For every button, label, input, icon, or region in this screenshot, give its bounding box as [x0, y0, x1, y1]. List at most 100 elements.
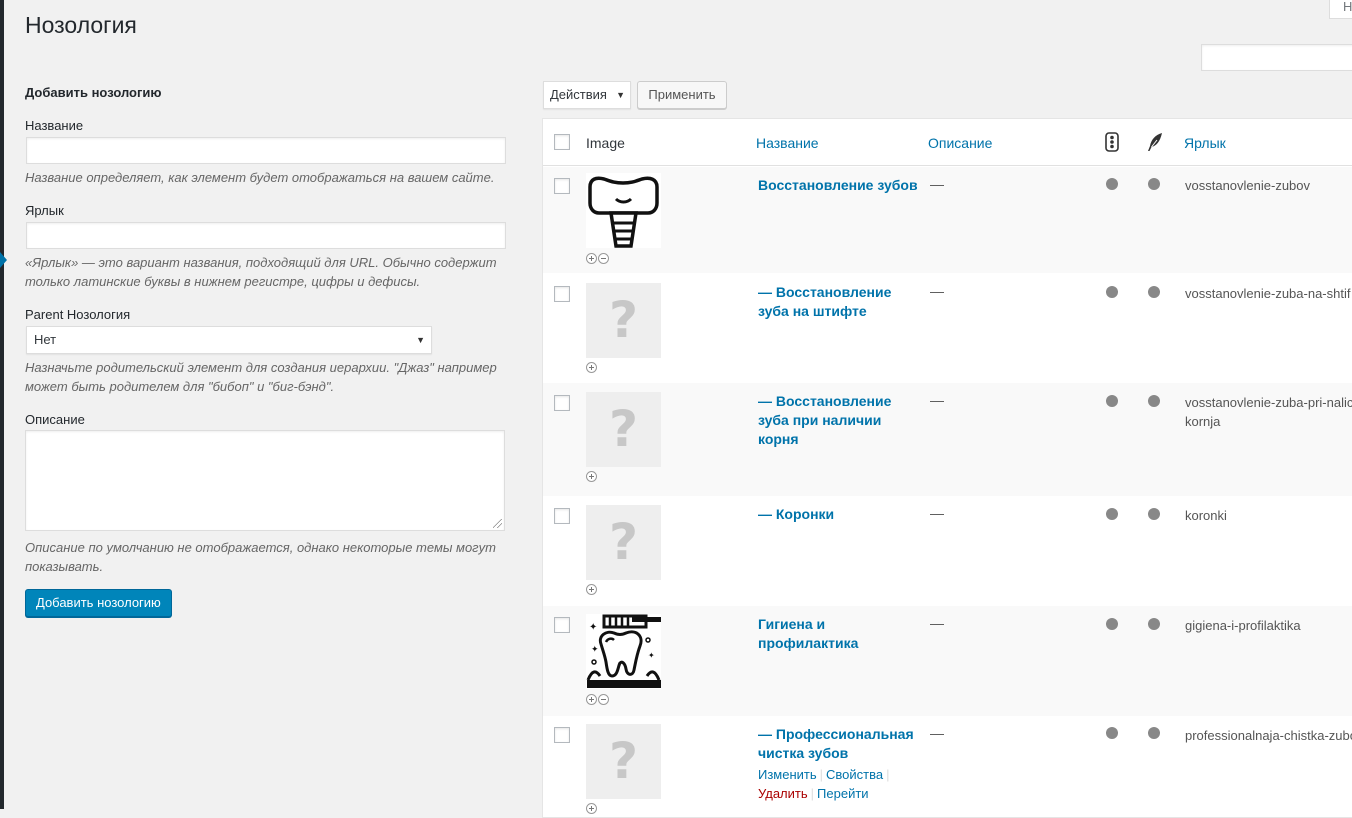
status-dot: [1148, 178, 1160, 190]
resize-grip-icon[interactable]: [493, 519, 502, 528]
page-title: Нозология: [25, 12, 137, 38]
table-row: ✦ ✦ ✦ Гигиена и профилактика — gigiena-i…: [543, 606, 1352, 716]
parent-select-value: Нет: [34, 332, 57, 347]
placeholder-image: ?: [586, 392, 661, 467]
term-description: —: [930, 283, 944, 299]
status-dot: [1148, 618, 1160, 630]
view-link[interactable]: Перейти: [817, 786, 869, 801]
term-slug: professionalnaja-chistka-zubo: [1185, 728, 1352, 743]
add-image-icon[interactable]: [586, 253, 597, 264]
column-name[interactable]: Название: [756, 135, 819, 151]
placeholder-image: ?: [586, 505, 661, 580]
parent-label: Parent Нозология: [25, 307, 131, 322]
svg-text:✦: ✦: [589, 622, 597, 633]
term-name-link[interactable]: — Восстановление зуба на штифте: [758, 283, 918, 321]
name-label: Название: [25, 118, 84, 133]
term-description: —: [930, 392, 944, 408]
table-row: ? — Профессиональная чистка зубов Измени…: [543, 716, 1352, 817]
term-slug: gigiena-i-profilaktika: [1185, 618, 1301, 633]
row-actions: Изменить | Свойства | Удалить | Перейти: [758, 765, 893, 803]
feather-icon[interactable]: [1146, 132, 1164, 155]
status-dot: [1106, 286, 1118, 298]
tooth-implant-icon: [586, 173, 661, 248]
status-dot: [1106, 395, 1118, 407]
add-term-button[interactable]: Добавить нозологию: [25, 589, 172, 617]
question-mark-icon: ?: [608, 400, 638, 458]
description-help: Описание по умолчанию не отображается, о…: [25, 540, 496, 574]
separator: |: [886, 767, 890, 782]
status-dot: [1148, 727, 1160, 739]
remove-image-icon[interactable]: [598, 253, 609, 264]
row-checkbox[interactable]: [554, 178, 570, 194]
table-row: ? — Восстановление зуба при наличии корн…: [543, 383, 1352, 496]
table-row: ? — Коронки — koronki: [543, 496, 1352, 606]
term-name-link[interactable]: Восстановление зубов: [758, 176, 918, 195]
term-name-link[interactable]: — Коронки: [758, 505, 918, 524]
status-dot: [1106, 618, 1118, 630]
image-actions: [586, 362, 597, 373]
description-label: Описание: [25, 412, 85, 427]
column-slug[interactable]: Ярлык: [1184, 135, 1226, 151]
chevron-down-icon: ▼: [616, 90, 625, 100]
row-checkbox[interactable]: [554, 286, 570, 302]
term-name-link[interactable]: Гигиена и профилактика: [758, 615, 918, 653]
bulk-actions-select[interactable]: Действия ▼: [543, 81, 631, 109]
svg-text:✦: ✦: [591, 645, 599, 655]
row-checkbox[interactable]: [554, 617, 570, 633]
delete-link[interactable]: Удалить: [758, 786, 808, 801]
question-mark-icon: ?: [608, 291, 638, 349]
column-image: Image: [586, 135, 625, 151]
image-actions: [586, 253, 609, 264]
remove-image-icon[interactable]: [598, 694, 609, 705]
image-actions: [586, 694, 609, 705]
term-slug: koronki: [1185, 508, 1227, 523]
screen-options-button[interactable]: Н: [1329, 0, 1352, 19]
svg-text:✦: ✦: [648, 651, 655, 660]
add-image-icon[interactable]: [586, 694, 597, 705]
image-actions: [586, 584, 597, 595]
terms-table: Image Название Описание Ярлык Восстановл…: [542, 118, 1352, 818]
add-image-icon[interactable]: [586, 471, 597, 482]
row-checkbox[interactable]: [554, 727, 570, 743]
status-dot: [1148, 286, 1160, 298]
status-dot: [1148, 508, 1160, 520]
parent-select[interactable]: Нет ▼: [26, 326, 432, 354]
term-slug: vosstanovlenie-zuba-pri-nalic kornja: [1185, 395, 1352, 429]
tooth-brushing-icon: ✦ ✦ ✦: [586, 614, 661, 689]
question-mark-icon: ?: [608, 513, 638, 571]
row-checkbox[interactable]: [554, 395, 570, 411]
status-dot: [1148, 395, 1160, 407]
placeholder-image: ?: [586, 724, 661, 799]
admin-menu-current-indicator: [0, 252, 7, 268]
slug-field[interactable]: [26, 222, 506, 249]
add-image-icon[interactable]: [586, 584, 597, 595]
chevron-down-icon: ▼: [416, 335, 425, 345]
column-description[interactable]: Описание: [928, 135, 992, 151]
traffic-light-icon[interactable]: [1105, 132, 1119, 155]
term-description: —: [930, 615, 944, 631]
add-image-icon[interactable]: [586, 362, 597, 373]
name-field[interactable]: [26, 137, 506, 164]
bulk-actions-value: Действия: [550, 87, 607, 102]
admin-sidebar-edge: [0, 0, 4, 809]
slug-help: «Ярлык» — это вариант названия, подходящ…: [25, 255, 497, 289]
table-row: Восстановление зубов — vosstanovlenie-zu…: [543, 167, 1352, 273]
question-mark-icon: ?: [608, 732, 638, 790]
name-help: Название определяет, как элемент будет о…: [25, 170, 495, 185]
description-textarea[interactable]: [25, 430, 505, 531]
separator: |: [819, 767, 824, 782]
status-dot: [1106, 727, 1118, 739]
table-header: Image Название Описание Ярлык: [543, 119, 1352, 166]
table-row: ? — Восстановление зуба на штифте — voss…: [543, 273, 1352, 383]
apply-button[interactable]: Применить: [637, 81, 727, 109]
term-name-link[interactable]: — Восстановление зуба при наличии корня: [758, 392, 918, 449]
search-terms-input[interactable]: [1201, 44, 1352, 71]
term-description: —: [930, 176, 944, 192]
parent-help: Назначьте родительский элемент для созда…: [25, 360, 497, 394]
quick-edit-link[interactable]: Свойства: [826, 767, 883, 782]
slug-label: Ярлык: [25, 203, 64, 218]
term-name-link[interactable]: — Профессиональная чистка зубов: [758, 725, 918, 763]
row-checkbox[interactable]: [554, 508, 570, 524]
edit-link[interactable]: Изменить: [758, 767, 817, 782]
select-all-checkbox[interactable]: [554, 134, 570, 150]
